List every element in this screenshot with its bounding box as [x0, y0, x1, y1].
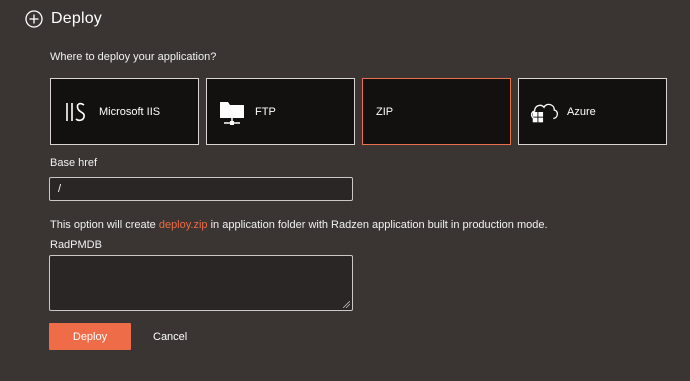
dialog-title: Deploy	[51, 10, 103, 27]
cancel-button[interactable]: Cancel	[147, 323, 195, 350]
base-href-input[interactable]	[49, 177, 353, 201]
dialog-header: Deploy	[25, 10, 102, 28]
iis-icon	[61, 97, 91, 127]
target-label: FTP	[255, 105, 276, 118]
info-suffix: in application folder with Radzen applic…	[207, 219, 548, 231]
target-microsoft-iis[interactable]: Microsoft IIS	[50, 78, 199, 145]
radpmdb-label: RadPMDB	[50, 239, 102, 251]
ftp-folder-icon	[217, 97, 247, 127]
target-label: ZIP	[376, 105, 394, 118]
target-label: Azure	[567, 105, 596, 118]
target-ftp[interactable]: FTP	[206, 78, 355, 145]
deploy-target-list: Microsoft IIS FTP ZIP Azure	[50, 78, 667, 145]
target-label: Microsoft IIS	[99, 105, 161, 118]
plus-circle-icon	[25, 10, 43, 28]
zip-info-text: This option will create deploy.zip in ap…	[50, 219, 548, 231]
target-zip[interactable]: ZIP	[362, 78, 511, 145]
info-prefix: This option will create	[50, 219, 159, 231]
base-href-label: Base href	[50, 157, 98, 169]
azure-cloud-icon	[529, 97, 559, 127]
resize-grip-icon[interactable]	[343, 301, 350, 308]
deploy-button[interactable]: Deploy	[49, 323, 131, 350]
target-azure[interactable]: Azure	[518, 78, 667, 145]
radpmdb-textarea[interactable]	[49, 255, 353, 311]
deploy-zip-highlight: deploy.zip	[158, 219, 208, 231]
deploy-target-question: Where to deploy your application?	[50, 51, 217, 63]
